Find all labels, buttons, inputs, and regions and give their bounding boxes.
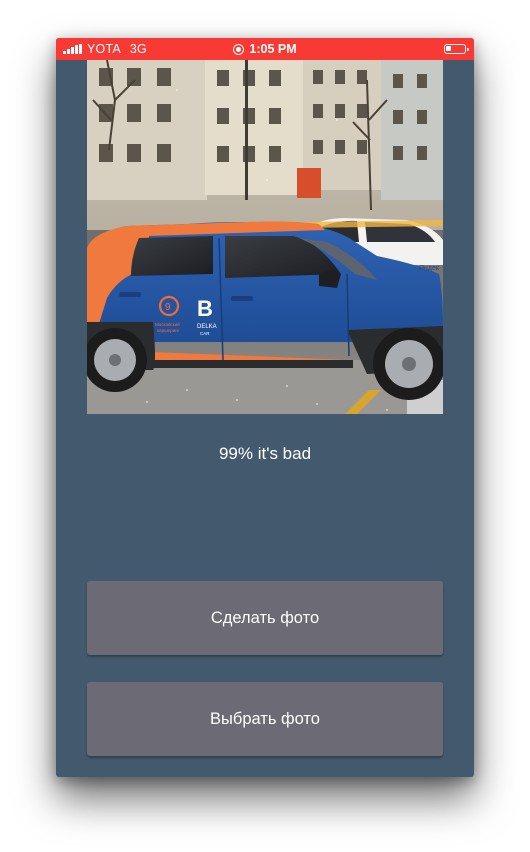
take-photo-button[interactable]: Сделать фото [87, 581, 443, 655]
status-time: 1:05 PM [249, 42, 297, 56]
choose-photo-button[interactable]: Выбрать фото [87, 682, 443, 756]
sponsor-logo-line1: Московский [155, 321, 180, 327]
sponsor-logo-line2: каршеринг [157, 328, 180, 333]
car-photo: 9 Московский каршеринг B DELKA CAR Яндек [87, 60, 443, 414]
brand-logo-text: DELKA [197, 324, 217, 330]
brand-logo-subtext: CAR [200, 331, 210, 336]
battery-icon [444, 44, 469, 54]
status-bar: YOTA 3G 1:05 PM [56, 38, 474, 60]
phone-screen: YOTA 3G 1:05 PM 9 Московский каршеринг B… [56, 38, 474, 777]
svg-text:B: B [197, 296, 213, 321]
svg-text:9: 9 [165, 302, 171, 313]
rear-car-text: Яндек [419, 265, 440, 272]
status-center: 1:05 PM [56, 38, 474, 60]
screen-recording-icon [233, 43, 245, 55]
prediction-result-text: 99% it's bad [218, 444, 312, 463]
